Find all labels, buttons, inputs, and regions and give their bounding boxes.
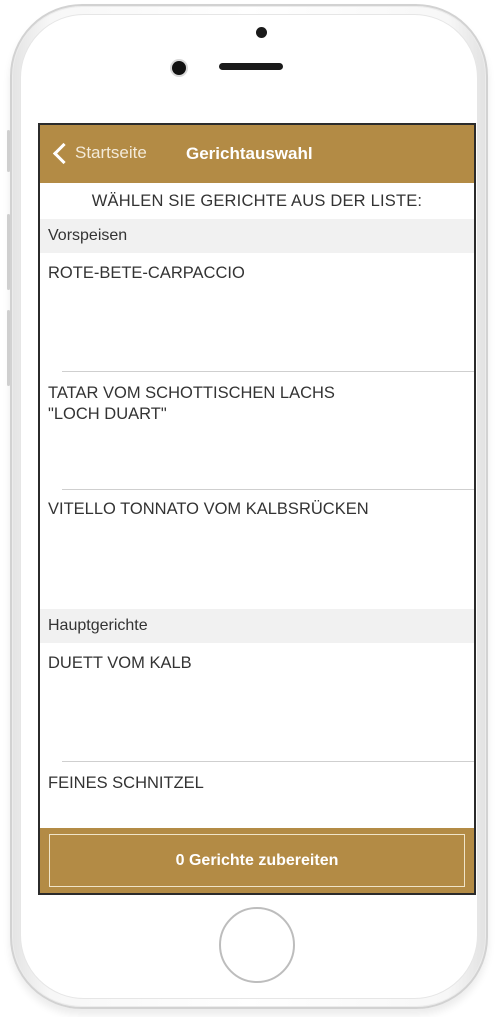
dish-name: ROTE-BETE-CARPACCIO — [48, 264, 245, 282]
dish-name: TATAR VOM SCHOTTISCHEN LACHS — [48, 384, 335, 402]
stage: Startseite Gerichtauswahl WÄHLEN SIE GER… — [0, 0, 496, 1017]
navigation-bar: Startseite Gerichtauswahl — [40, 125, 474, 183]
home-button[interactable] — [219, 907, 295, 983]
section-header-vorspeisen: Vorspeisen — [40, 219, 474, 253]
app-screen: Startseite Gerichtauswahl WÄHLEN SIE GER… — [38, 123, 476, 895]
row-divider — [62, 489, 474, 490]
dish-item[interactable]: VITELLO TONNATO VOM KALBSRÜCKEN — [40, 499, 474, 520]
dish-item[interactable]: TATAR VOM SCHOTTISCHEN LACHS "LOCH DUART… — [40, 383, 474, 425]
proximity-sensor — [256, 27, 267, 38]
volume-down-button — [7, 310, 10, 386]
section-header-hauptgerichte: Hauptgerichte — [40, 609, 474, 643]
page-title: Gerichtauswahl — [186, 144, 313, 163]
front-camera — [172, 61, 186, 75]
earpiece-speaker — [219, 63, 283, 70]
back-button-label: Startseite — [75, 143, 147, 162]
back-button[interactable]: Startseite — [52, 142, 147, 164]
footer-bar: 0 Gerichte zubereiten — [40, 828, 474, 893]
dish-item[interactable]: ROTE-BETE-CARPACCIO — [40, 263, 474, 284]
row-divider — [62, 371, 474, 372]
dish-item[interactable]: DUETT VOM KALB — [40, 653, 474, 674]
dish-name-line2: "LOCH DUART" — [48, 405, 167, 423]
dish-name: DUETT VOM KALB — [48, 654, 192, 672]
dish-item[interactable]: FEINES SCHNITZEL — [40, 773, 474, 794]
prepare-dishes-button[interactable]: 0 Gerichte zubereiten — [49, 834, 465, 887]
dish-name: VITELLO TONNATO VOM KALBSRÜCKEN — [48, 500, 369, 518]
instruction-heading: WÄHLEN SIE GERICHTE AUS DER LISTE: — [91, 192, 423, 210]
mute-switch — [7, 130, 10, 172]
chevron-left-icon — [52, 142, 75, 164]
dish-name: FEINES SCHNITZEL — [48, 774, 204, 792]
row-divider — [62, 761, 474, 762]
volume-up-button — [7, 214, 10, 290]
